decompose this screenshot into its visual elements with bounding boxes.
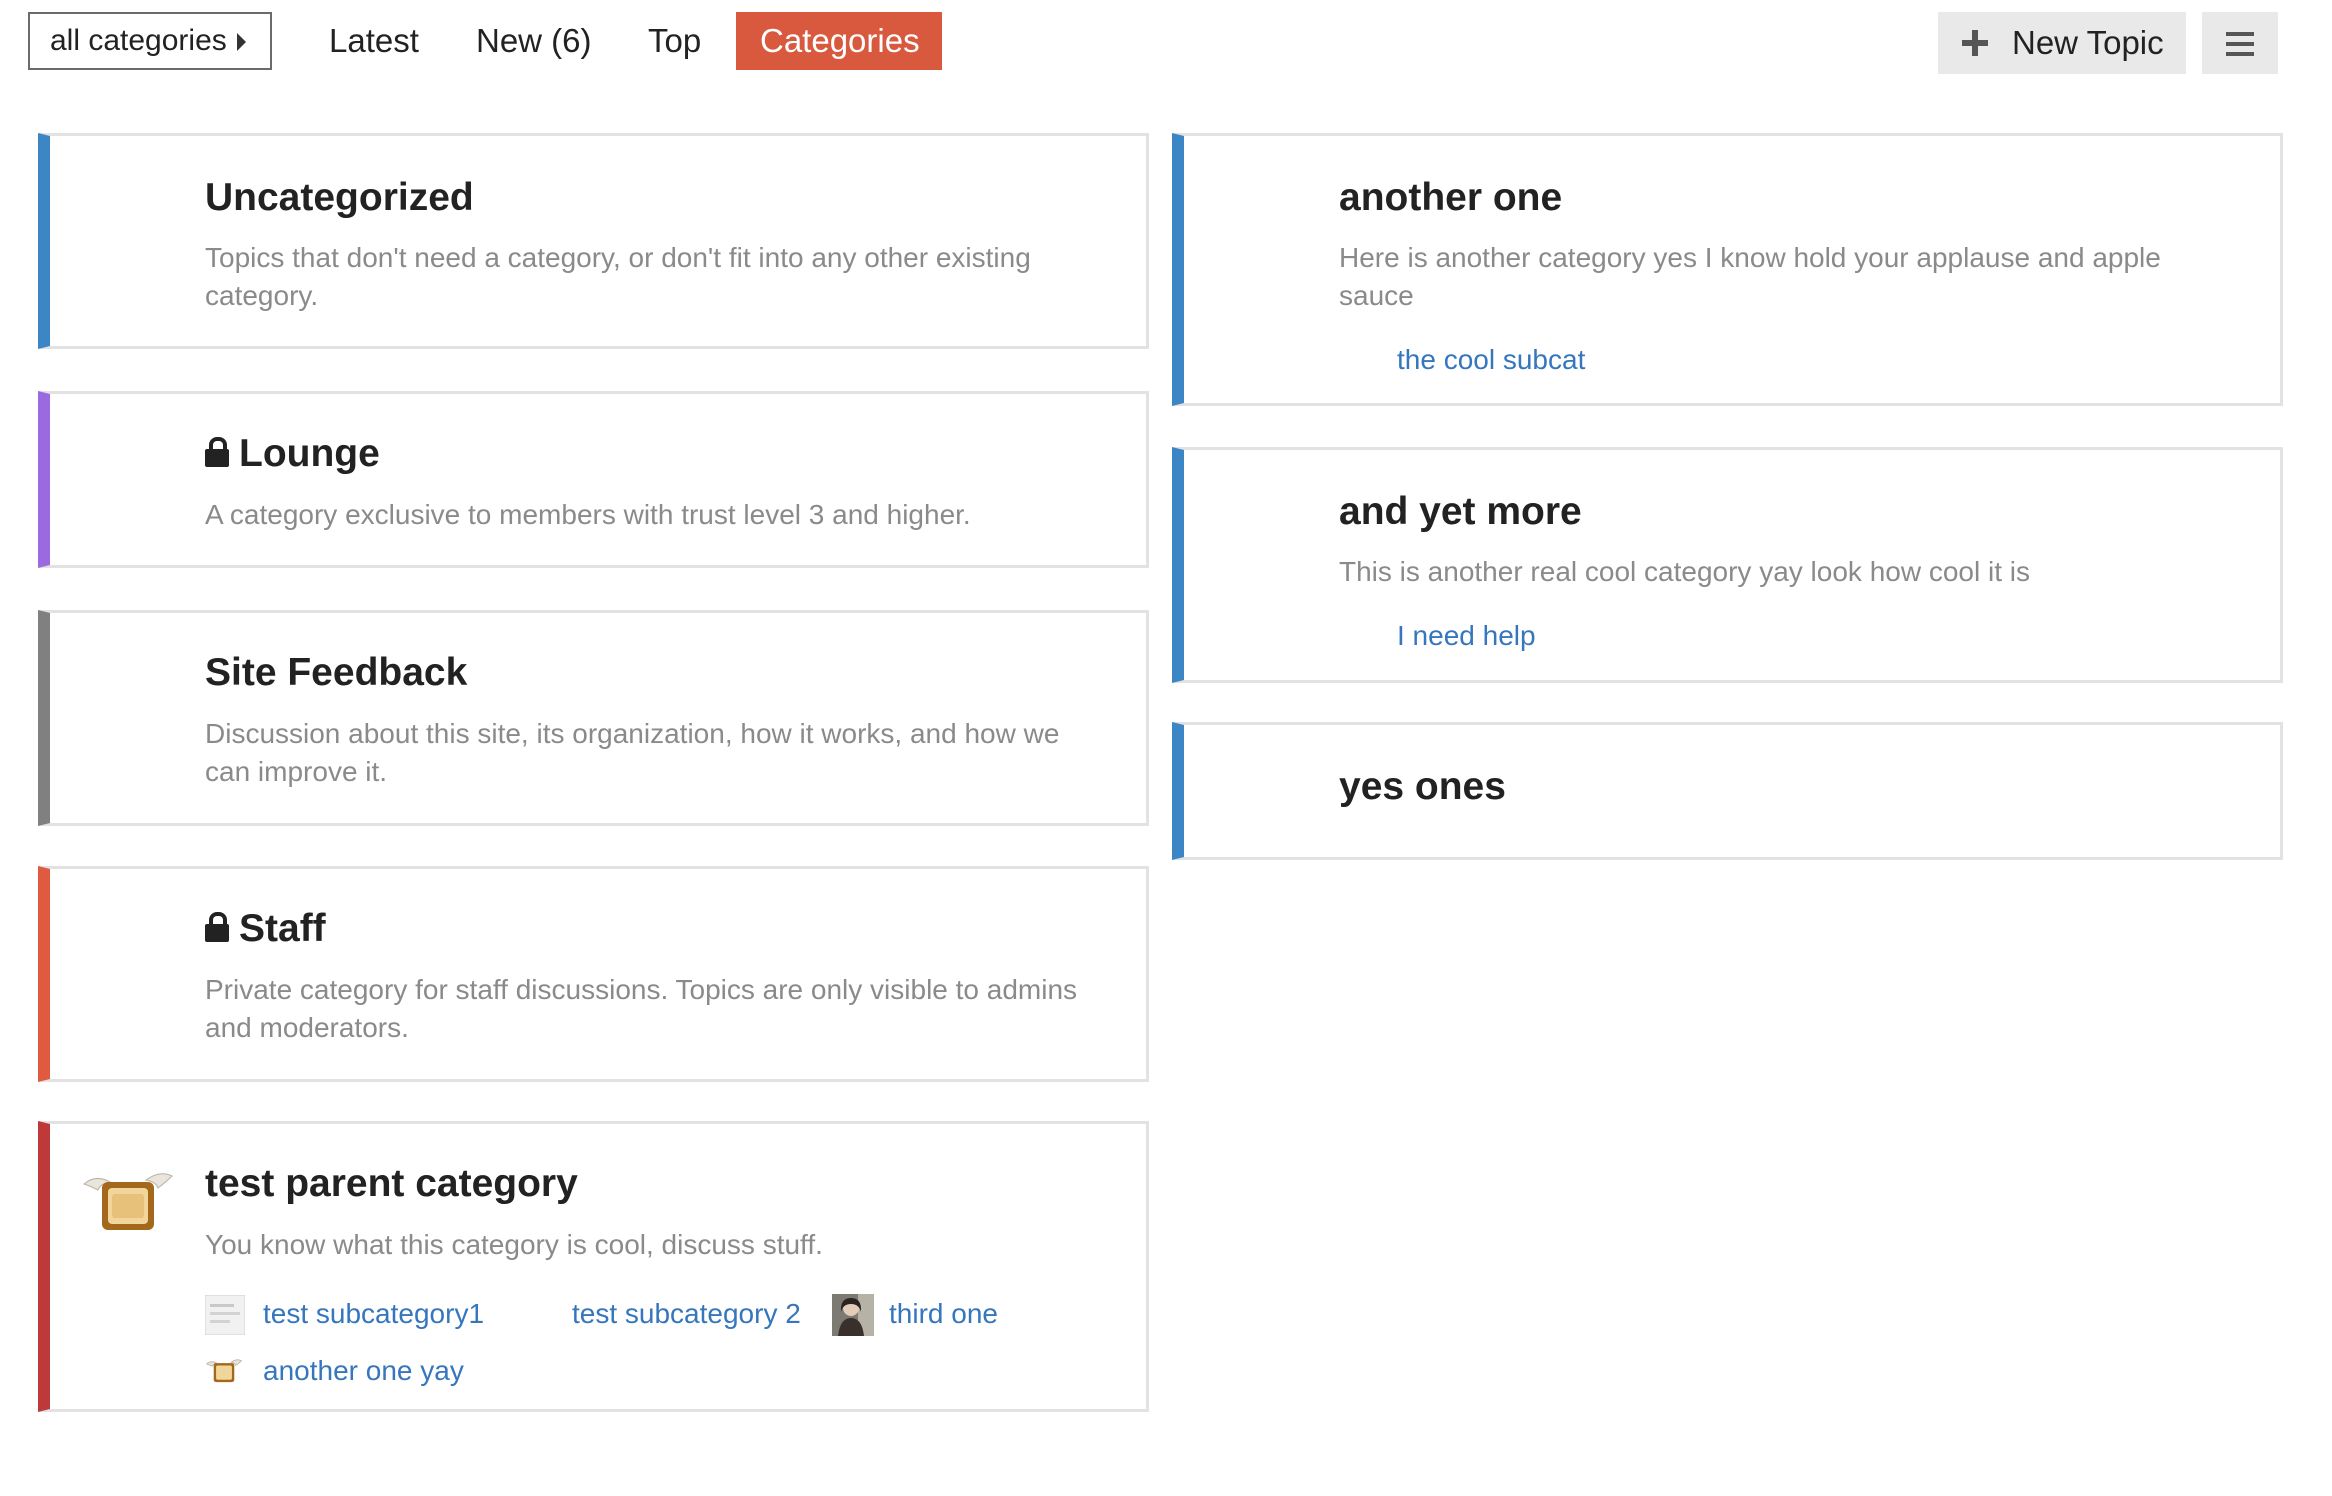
new-topic-label: New Topic xyxy=(2012,24,2164,61)
hamburger-icon xyxy=(2226,32,2254,62)
tab-latest[interactable]: Latest xyxy=(329,12,419,70)
category-title[interactable]: another one xyxy=(1339,176,1562,220)
category-title[interactable]: and yet more xyxy=(1339,490,1582,534)
lock-icon xyxy=(205,912,229,942)
subcategory-link[interactable]: I need help xyxy=(1397,620,1536,652)
tab-categories[interactable]: Categories xyxy=(736,12,942,70)
category-title-wrap[interactable]: Staff xyxy=(205,907,326,951)
person-photo-icon xyxy=(832,1294,874,1336)
lock-icon xyxy=(205,437,229,467)
category-dropdown-label: all categories xyxy=(50,24,227,57)
category-description: Discussion about this site, its organiza… xyxy=(205,718,1060,787)
subcategory-link[interactable]: the cool subcat xyxy=(1397,344,1585,376)
category-title: Staff xyxy=(239,907,326,950)
category-description: This is another real cool category yay l… xyxy=(1339,556,2030,587)
subcategory-link[interactable]: third one xyxy=(889,1298,998,1330)
category-box-staff[interactable]: Staff Private category for staff discuss… xyxy=(38,866,1149,1082)
subcategory-link[interactable]: test subcategory 2 xyxy=(572,1298,801,1330)
category-title[interactable]: yes ones xyxy=(1339,765,1506,809)
new-topic-button[interactable]: New Topic xyxy=(1938,12,2186,74)
category-box-another-one[interactable]: another one Here is another category yes… xyxy=(1172,133,2283,406)
tab-top[interactable]: Top xyxy=(648,12,701,70)
category-box-test-parent[interactable]: test parent category You know what this … xyxy=(38,1121,1149,1412)
category-title[interactable]: test parent category xyxy=(205,1162,578,1206)
category-box-lounge[interactable]: Lounge A category exclusive to members w… xyxy=(38,391,1149,568)
category-box-uncategorized[interactable]: Uncategorized Topics that don't need a c… xyxy=(38,133,1149,349)
tab-new[interactable]: New (6) xyxy=(476,12,592,70)
category-title[interactable]: Uncategorized xyxy=(205,176,474,220)
plus-icon xyxy=(1962,30,1988,56)
category-box-yes-ones[interactable]: yes ones xyxy=(1172,722,2283,860)
subcategory-link[interactable]: another one yay xyxy=(263,1355,464,1387)
subcategory-link[interactable]: test subcategory1 xyxy=(263,1298,484,1330)
category-description: Here is another category yes I know hold… xyxy=(1339,242,2161,311)
category-description: You know what this category is cool, dis… xyxy=(205,1229,823,1260)
category-description: Private category for staff discussions. … xyxy=(205,974,1078,1043)
category-description: A category exclusive to members with tru… xyxy=(205,499,971,530)
hamburger-menu-button[interactable] xyxy=(2202,12,2278,74)
document-thumbnail-icon xyxy=(205,1295,245,1335)
winged-toast-logo xyxy=(82,1173,173,1230)
category-box-and-yet-more[interactable]: and yet more This is another real cool c… xyxy=(1172,447,2283,683)
category-box-site-feedback[interactable]: Site Feedback Discussion about this site… xyxy=(38,610,1149,826)
category-title: Lounge xyxy=(239,432,380,475)
caret-right-icon xyxy=(237,33,246,51)
category-dropdown[interactable]: all categories xyxy=(28,12,272,70)
winged-toast-icon xyxy=(205,1359,243,1383)
category-title-wrap[interactable]: Lounge xyxy=(205,432,380,476)
category-description: Topics that don't need a category, or do… xyxy=(205,242,1031,311)
category-title[interactable]: Site Feedback xyxy=(205,651,467,695)
